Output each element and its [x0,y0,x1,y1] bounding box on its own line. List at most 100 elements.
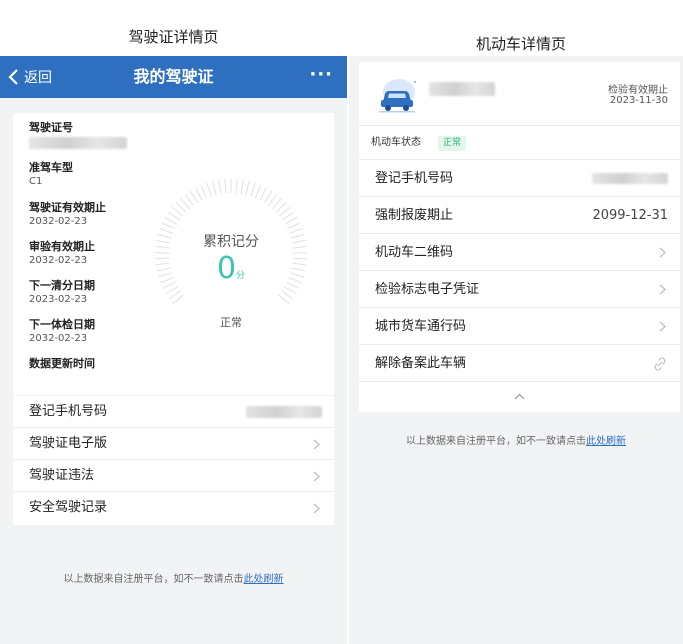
field-value: 2032-02-23 [29,333,88,344]
gauge-tick [184,194,195,206]
chevron-right-icon [313,439,320,450]
row-inspection-e-certificate[interactable]: 检验标志电子凭证 [359,271,680,308]
row-unbind-vehicle[interactable]: 解除备案此车辆 [359,345,680,382]
vehicle-status-row: 机动车状态 正常 [359,126,680,160]
license-actions-card: 登记手机号码 驾驶证电子版 驾驶证违法 安全驾驶记录 [13,396,334,525]
row-label: 安全驾驶记录 [29,500,108,515]
row-scrap-deadline: 强制报废期止 2099-12-31 [359,197,680,234]
gauge-tick [250,182,256,197]
note-text: 以上数据来自注册平台，如不一致请点击 [63,574,244,585]
redacted-license-number [29,137,127,149]
license-page-caption: 驾驶证详情页 [128,28,219,46]
nav-bar: 返回 我的驾驶证 ··· [0,56,347,98]
field-label: 驾驶证有效期止 [29,201,106,214]
gauge-tick [281,290,294,300]
row-label: 机动车二维码 [375,245,454,260]
row-safe-driving-record[interactable]: 安全驾驶记录 [13,492,334,524]
score-status: 正常 [220,316,242,329]
field-label: 审验有效期止 [29,240,95,253]
row-license-violations[interactable]: 驾驶证违法 [13,460,334,492]
vehicle-info-card: 检验有效期止 2023-11-30 机动车状态 正常 登记手机号码 强制报废期止… [359,62,680,412]
gauge-tick [189,190,199,204]
row-city-truck-pass[interactable]: 城市货车通行码 [359,308,680,345]
field-next-exam-date: 下一体检日期 2032-02-23 [29,318,95,346]
field-value: C1 [29,176,43,187]
vehicle-header: 检验有效期止 2023-11-30 [359,62,680,126]
vehicle-status-label: 机动车状态 [371,137,421,148]
license-detail-screen: 返回 我的驾驶证 ··· 驾驶证号 准驾车型 C1 驾驶证有效期止 2032-0… [0,56,347,644]
field-label: 驾驶证号 [29,121,73,134]
gauge-tick [278,206,291,217]
field-license-expiry: 驾驶证有效期止 2032-02-23 [29,201,106,229]
gauge-tick [275,202,287,213]
note-text: 以上数据来自注册平台，如不一致请点击 [406,436,586,447]
row-label: 驾驶证电子版 [29,436,108,451]
gauge-tick [263,190,273,204]
field-value: 2032-02-23 [29,216,88,227]
score-value: 0分 [153,251,309,286]
vehicle-detail-screen: 检验有效期止 2023-11-30 机动车状态 正常 登记手机号码 强制报废期止… [349,56,683,644]
gauge-tick [175,202,187,213]
vehicle-page-caption: 机动车详情页 [475,35,566,53]
gauge-tick [284,216,298,225]
gauge-tick [254,184,262,199]
gauge-tick [281,211,295,221]
row-label: 城市货车通行码 [375,319,467,334]
gauge-tick [278,294,290,305]
chevron-right-icon [659,284,666,295]
gauge-tick [286,222,301,230]
gauge-tick [200,184,208,199]
gauge-tick [164,216,178,225]
car-icon [379,79,417,113]
field-label: 下一体检日期 [29,318,95,331]
gauge-tick [171,206,184,217]
field-next-clear-date: 下一清分日期 2023-02-23 [29,279,95,307]
inspection-expiry-label: 检验有效期止 [608,85,668,96]
field-label: 数据更新时间 [29,357,95,370]
row-label: 检验标志电子凭证 [375,282,480,297]
chevron-right-icon [313,471,320,482]
gauge-tick [271,197,283,210]
row-registered-phone[interactable]: 登记手机号码 [13,396,334,428]
chevron-right-icon [659,321,666,332]
row-label: 解除备案此车辆 [375,356,467,371]
more-menu-button[interactable]: ··· [309,56,333,98]
row-label: 驾驶证违法 [29,468,95,483]
gauge-tick [165,286,178,295]
field-label: 下一清分日期 [29,279,95,292]
gauge-tick [168,290,181,300]
score-unit: 分 [236,271,246,281]
gauge-tick [245,181,250,195]
gauge-tick [161,222,176,230]
row-vehicle-qr-code[interactable]: 机动车二维码 [359,234,680,271]
license-info-card: 驾驶证号 准驾车型 C1 驾驶证有效期止 2032-02-23 审验有效期止 2… [13,113,334,395]
field-license-number: 驾驶证号 [29,121,127,154]
row-registered-phone[interactable]: 登记手机号码 [359,160,680,197]
gauge-tick [224,179,227,194]
refresh-link[interactable]: 此处刷新 [244,574,284,585]
refresh-link[interactable]: 此处刷新 [586,436,626,447]
gauge-tick [218,179,222,194]
data-source-note: 以上数据来自注册平台，如不一致请点击此处刷新 [0,570,347,585]
row-electronic-license[interactable]: 驾驶证电子版 [13,428,334,460]
chevron-up-icon [514,393,525,400]
score-number: 0 [216,251,237,286]
row-label: 登记手机号码 [29,404,108,419]
gauge-tick [235,179,238,194]
collapse-button[interactable] [359,382,680,412]
gauge-tick [267,194,278,206]
score-label: 累积记分 [203,234,259,250]
chevron-right-icon [313,503,320,514]
gauge-tick [179,197,191,210]
gauge-tick [240,179,244,194]
field-value: 2023-02-23 [29,294,88,305]
row-label: 登记手机号码 [375,171,454,186]
data-source-note: 以上数据来自注册平台，如不一致请点击此处刷新 [349,432,683,447]
field-vehicle-class: 准驾车型 C1 [29,161,73,189]
redacted-plate-number [429,82,495,96]
gauge-tick [167,211,181,221]
unlink-icon [654,357,666,371]
inspection-expiry-value: 2023-11-30 [609,95,668,106]
field-data-update-time: 数据更新时间 [29,357,95,371]
gauge-tick [212,181,217,195]
